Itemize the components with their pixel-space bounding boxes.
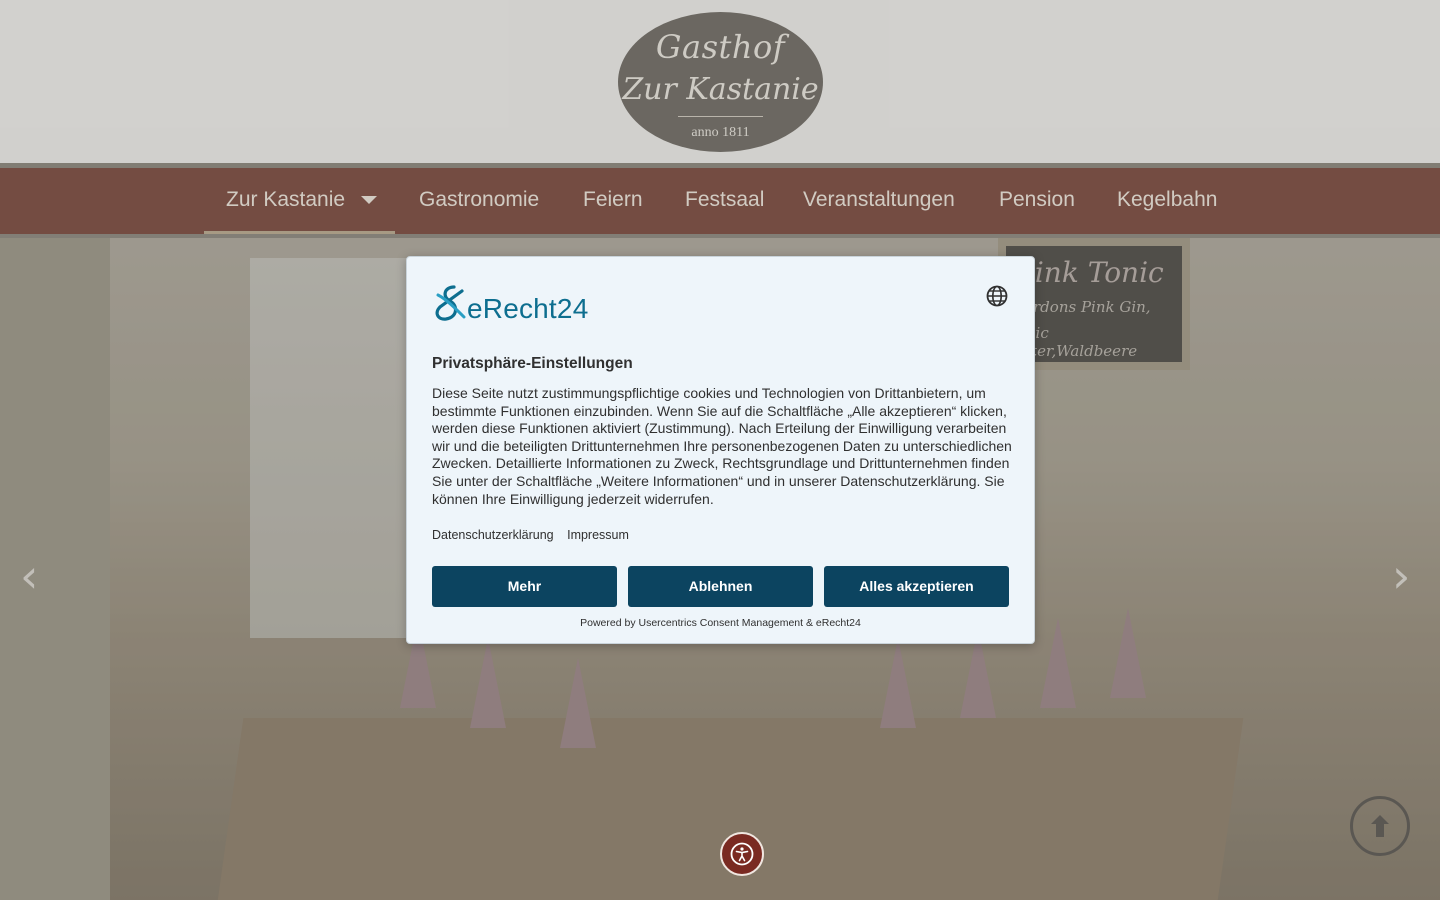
powered-by-text: Powered by Usercentrics Consent Manageme…: [580, 617, 861, 629]
accessibility-button[interactable]: [720, 832, 764, 876]
arrow-up-icon: [1371, 815, 1389, 837]
consent-description: Diese Seite nutzt zustimmungspflichtige …: [432, 385, 1012, 507]
privacy-policy-link[interactable]: Datenschutzerklärung: [432, 528, 554, 542]
erecht24-logo-icon: [435, 285, 466, 321]
globe-icon[interactable]: [986, 285, 1008, 307]
imprint-link[interactable]: Impressum: [567, 528, 629, 542]
deny-button[interactable]: Ablehnen: [628, 566, 813, 607]
accept-all-button[interactable]: Alles akzeptieren: [824, 566, 1009, 607]
consent-links: Datenschutzerklärung Impressum: [432, 528, 639, 542]
consent-dialog: eRecht24 Privatsphäre-Einstellungen Dies…: [406, 256, 1035, 644]
brand-name: eRecht24: [467, 293, 589, 324]
accessibility-icon: [730, 842, 754, 866]
consent-title: Privatsphäre-Einstellungen: [432, 355, 633, 372]
scroll-to-top-button[interactable]: [1350, 796, 1410, 856]
more-button[interactable]: Mehr: [432, 566, 617, 607]
